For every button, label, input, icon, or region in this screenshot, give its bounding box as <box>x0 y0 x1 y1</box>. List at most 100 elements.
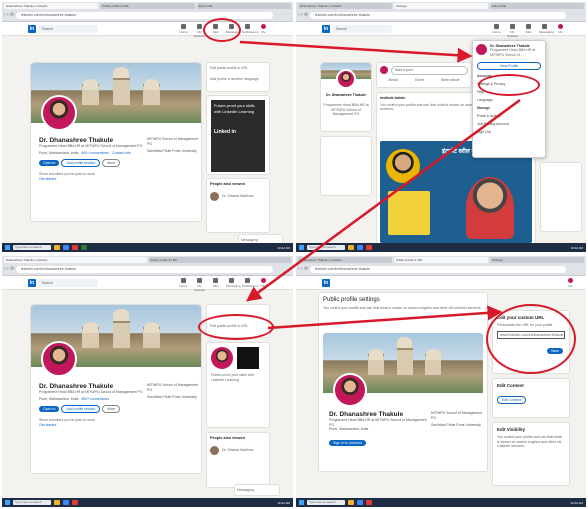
windows-start-icon[interactable] <box>299 245 304 250</box>
public-profile-location: Pune, Maharashtra, India <box>329 427 369 431</box>
browser-tab[interactable]: Settings <box>394 3 488 9</box>
nav-home[interactable]: Home <box>178 278 189 292</box>
browser-tab[interactable]: Dhanashree Thakule | LinkedIn <box>4 3 99 9</box>
back-forward-icon[interactable]: ‹ › ⟳ <box>4 266 14 272</box>
browser-tab[interactable]: Settings <box>490 257 584 263</box>
nav-me[interactable]: Me <box>555 24 566 38</box>
app-icon[interactable] <box>366 245 372 250</box>
viewer-avatar[interactable] <box>210 446 219 455</box>
nav-home[interactable]: Home <box>178 24 189 38</box>
me-item-language[interactable]: Language <box>473 96 545 104</box>
browser-tab[interactable]: Edit profile <box>490 3 584 9</box>
org-secondary[interactable]: Savitribai Phule Pune University <box>147 395 199 400</box>
linkedin-logo[interactable]: in <box>28 25 36 33</box>
me-item-job-posting[interactable]: Job Posting Account <box>473 120 545 128</box>
org-primary[interactable]: MITWPU School of Management PG <box>147 137 199 146</box>
address-bar[interactable]: linkedin.com/in/dhanashree-thakule <box>310 266 566 273</box>
browser-tab[interactable]: Public profile & URL <box>394 257 488 263</box>
chrome-icon[interactable] <box>63 245 69 250</box>
chrome-icon[interactable] <box>357 500 363 505</box>
browser-tab[interactable]: Public profile & URL <box>148 257 291 263</box>
linkedin-logo[interactable]: in <box>28 279 36 287</box>
back-forward-icon[interactable]: ‹ › ⟳ <box>4 12 14 18</box>
nav-messaging[interactable]: Messaging <box>226 278 241 292</box>
browser-tab[interactable]: Edit profile <box>196 3 291 9</box>
me-item-sign-out[interactable]: Sign Out <box>473 128 545 136</box>
folder-icon[interactable] <box>54 245 60 250</box>
folder-icon[interactable] <box>54 500 60 505</box>
nav-jobs[interactable]: Jobs <box>210 278 221 292</box>
app-icon[interactable] <box>366 500 372 505</box>
edit-content-button[interactable]: Edit Content <box>497 396 527 404</box>
connections-link[interactable]: 500+ connections <box>81 397 109 401</box>
connections-link[interactable]: 500+ connections <box>81 151 109 155</box>
add-language-link[interactable]: Add profile in another language <box>210 77 266 82</box>
search-input[interactable]: Search <box>38 279 98 287</box>
browser-tab[interactable]: Public profile & URL <box>100 3 195 9</box>
contact-info-link[interactable]: Contact info <box>112 151 131 155</box>
folder-icon[interactable] <box>348 500 354 505</box>
start-post-input[interactable]: Start a post <box>391 66 468 75</box>
avatar[interactable] <box>41 341 77 377</box>
messaging-bar[interactable]: Messaging <box>234 484 280 496</box>
linkedin-logo[interactable]: in <box>322 25 330 33</box>
app-icon[interactable] <box>72 500 78 505</box>
browser-tab[interactable]: Dhanashree Thakule | LinkedIn <box>298 3 392 9</box>
windows-start-icon[interactable] <box>5 500 10 505</box>
taskbar-search[interactable]: Type here to search <box>13 500 51 505</box>
taskbar-search[interactable]: Type here to search <box>13 245 51 250</box>
avatar[interactable] <box>336 69 356 89</box>
nav-me[interactable]: Me <box>258 24 269 38</box>
chrome-icon[interactable] <box>63 500 69 505</box>
search-input[interactable]: Search <box>332 25 392 33</box>
sign-in-button[interactable]: Sign in to LinkedIn <box>329 439 366 446</box>
app-icon[interactable] <box>81 245 87 250</box>
open-to-button[interactable]: Open to <box>39 406 60 412</box>
me-item-posts[interactable]: Posts & Activity <box>473 112 545 120</box>
linkedin-logo[interactable]: in <box>322 279 330 287</box>
folder-icon[interactable] <box>348 245 354 250</box>
org-primary[interactable]: MITWPU School of Management PG <box>147 383 199 392</box>
browser-tab[interactable]: Dhanashree Thakule | LinkedIn <box>4 257 147 263</box>
nav-notifications[interactable]: Notifications <box>242 24 258 38</box>
add-section-button[interactable]: Add profile section <box>61 159 101 167</box>
avatar[interactable] <box>41 95 77 131</box>
article-button[interactable]: Write article <box>441 78 459 83</box>
taskbar-search[interactable]: Type here to search <box>307 500 345 505</box>
get-started-link[interactable]: Get started <box>39 423 145 428</box>
viewer-name[interactable]: Dr. Shweta Wadhwa <box>222 448 254 453</box>
nav-notifications[interactable]: Notifications <box>242 278 258 292</box>
windows-start-icon[interactable] <box>5 245 10 250</box>
add-section-button[interactable]: Add profile section <box>61 405 101 413</box>
nav-network[interactable]: My Network <box>194 278 205 292</box>
nav-network[interactable]: My Network <box>507 24 518 38</box>
browser-tab[interactable]: Dhanashree Thakule | LinkedIn <box>298 257 392 263</box>
address-bar[interactable]: linkedin.com/in/dhanashree-thakule <box>16 266 273 273</box>
org-secondary[interactable]: Savitribai Phule Pune University <box>147 149 199 154</box>
nav-me[interactable]: Me <box>258 278 269 292</box>
nav-jobs[interactable]: Jobs <box>523 24 534 38</box>
viewer-avatar[interactable] <box>210 192 219 201</box>
address-bar[interactable]: linkedin.com/in/dhanashree-thakule <box>16 12 273 19</box>
viewer-name[interactable]: Dr. Shweta Wadhwa <box>222 194 254 199</box>
app-icon[interactable] <box>72 245 78 250</box>
event-button[interactable]: Event <box>415 78 424 83</box>
nav-home[interactable]: Home <box>491 24 502 38</box>
back-forward-icon[interactable]: ‹ › ⟳ <box>298 12 308 18</box>
nav-me[interactable]: Me <box>565 278 576 288</box>
view-profile-button[interactable]: View Profile <box>477 62 541 70</box>
windows-start-icon[interactable] <box>299 500 304 505</box>
more-button[interactable]: More <box>102 159 121 167</box>
address-bar[interactable]: linkedin.com/in/dhanashree-thakule <box>310 12 566 19</box>
back-forward-icon[interactable]: ‹ › ⟳ <box>298 266 308 272</box>
nav-messaging[interactable]: Messaging <box>539 24 554 38</box>
feed-profile-name[interactable]: Dr. Dhanashree Thakule <box>323 93 369 98</box>
more-button[interactable]: More <box>102 405 121 413</box>
open-to-button[interactable]: Open to <box>39 160 60 166</box>
search-input[interactable]: Search <box>38 25 98 33</box>
edit-public-profile-link[interactable]: Edit public profile & URL <box>210 66 266 71</box>
taskbar-search[interactable]: Type here to search <box>307 245 345 250</box>
chrome-icon[interactable] <box>357 245 363 250</box>
get-started-link[interactable]: Get started <box>39 177 145 182</box>
media-button[interactable]: Media <box>389 78 399 83</box>
